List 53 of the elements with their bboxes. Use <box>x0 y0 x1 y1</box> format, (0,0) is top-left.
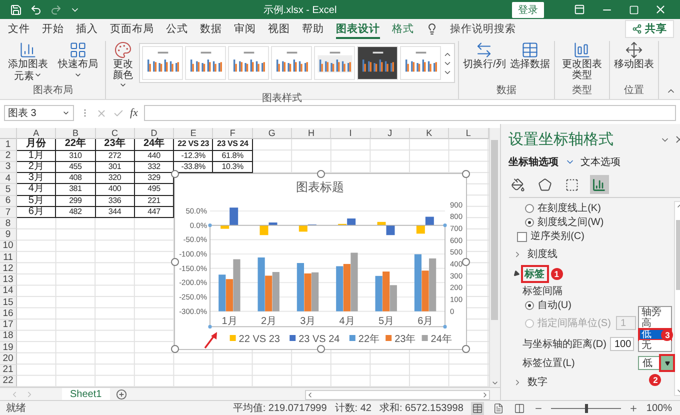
table-cell: 455 <box>56 162 96 174</box>
option-label: 标签位置(L) <box>522 358 575 368</box>
group-label: 类型 <box>570 85 593 98</box>
option-caption: 标签间隔 <box>522 286 563 296</box>
option-label: 在刻度线上(K) <box>538 202 601 214</box>
category-label: 3月 <box>300 316 316 327</box>
group-label: 图表布局 <box>32 85 74 98</box>
category-label: 4月 <box>339 316 355 327</box>
table-cell: 400 <box>96 184 135 196</box>
category-label: 6月 <box>418 316 434 327</box>
status-stat: 平均值: 219.0717999 <box>232 402 327 415</box>
status-stat: 求和: 6572.153998 <box>379 402 464 415</box>
table-cell: 61.8% <box>213 150 253 162</box>
table-cell: -12.3% <box>174 150 214 162</box>
option-label: 指定间隔单位(S) <box>538 318 611 328</box>
group-label: 数据 <box>495 85 518 98</box>
category-label: 1月 <box>222 316 238 327</box>
table-cell: 23 VS 24 <box>213 139 253 151</box>
category-label: 2月 <box>260 316 277 327</box>
table-cell: 10.3% <box>213 162 253 174</box>
option-label: 刻度线之间(W) <box>538 216 604 228</box>
legend-label: 22 VS 23 <box>238 334 280 345</box>
table-cell: 月份 <box>17 139 56 151</box>
option-label: 与坐标轴的距离(D) <box>522 338 606 350</box>
pane-title: 设置坐标轴格式 <box>508 130 614 149</box>
step-number: 1 <box>550 268 563 280</box>
table-cell: 495 <box>134 184 174 196</box>
status-stat: 计数: 42 <box>334 402 372 415</box>
legend-label: 23 VS 24 <box>298 334 340 345</box>
table-cell: 320 <box>96 173 135 184</box>
chart-title: 图表标题 <box>296 180 344 194</box>
table-cell: 24年 <box>134 139 174 151</box>
option-label: 自动(U) <box>538 300 572 310</box>
zoom-level: 100% <box>646 402 672 414</box>
status-text: 就绪 <box>6 402 26 415</box>
group-label: 位置 <box>622 85 645 98</box>
table-cell: 482 <box>56 206 96 218</box>
table-cell: 329 <box>134 173 174 184</box>
table-cell: 23年 <box>96 139 135 151</box>
group-label: 图表样式 <box>261 92 303 106</box>
step-number: 2 <box>649 374 662 386</box>
legend-label: 24年 <box>430 334 452 345</box>
table-cell: 310 <box>56 150 96 162</box>
table-cell: 22年 <box>56 139 96 151</box>
option-label: 逆序类别(C) <box>530 231 584 242</box>
table-cell: 22 VS 23 <box>174 139 214 151</box>
category-label: 5月 <box>378 316 394 327</box>
legend-label: 23年 <box>394 334 416 345</box>
table-cell: 299 <box>56 196 96 207</box>
table-cell: 381 <box>56 184 96 196</box>
window-title: 示例.xlsx - Excel <box>262 4 338 16</box>
table-cell: 408 <box>56 173 96 184</box>
legend-label: 22年 <box>358 334 380 345</box>
